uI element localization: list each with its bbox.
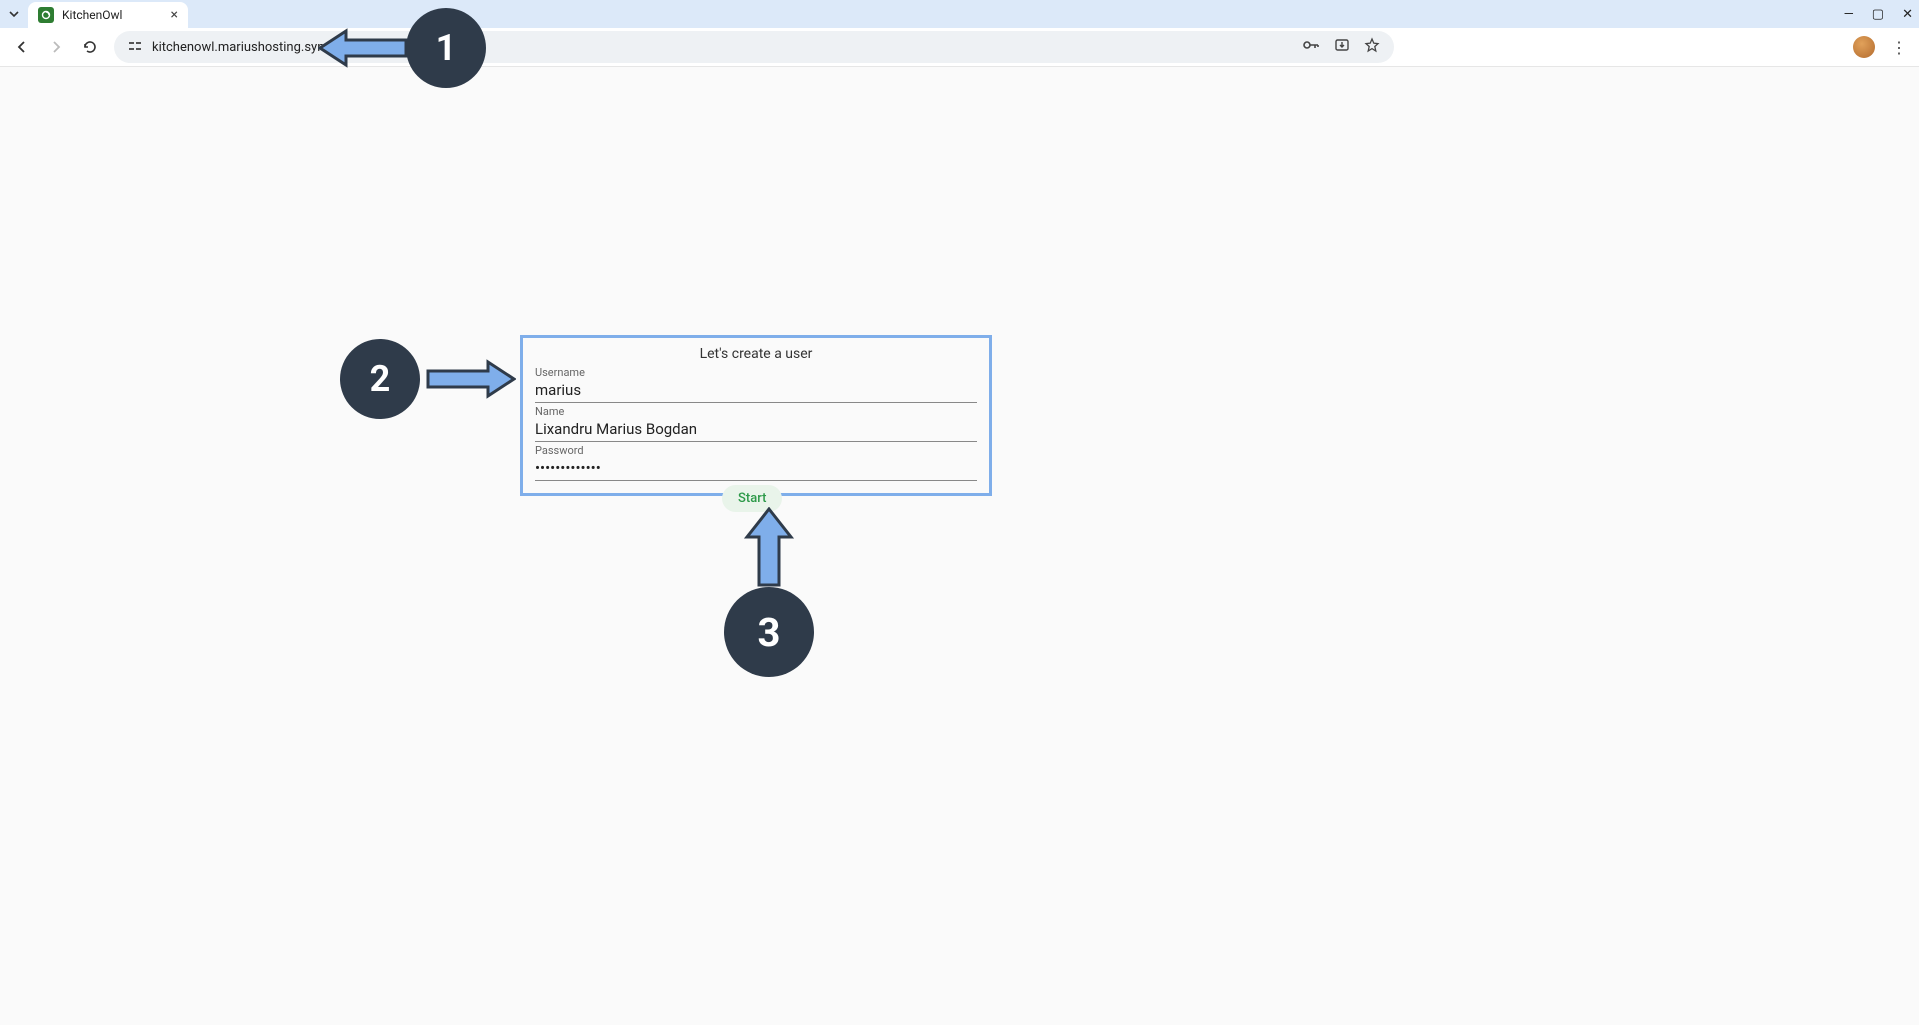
username-input[interactable] bbox=[535, 379, 977, 403]
site-settings-icon[interactable] bbox=[128, 39, 142, 56]
password-label: Password bbox=[535, 444, 977, 457]
username-label: Username bbox=[535, 366, 977, 379]
close-window-icon[interactable]: ✕ bbox=[1902, 7, 1913, 22]
tab-title: KitchenOwl bbox=[62, 8, 122, 22]
password-input[interactable] bbox=[535, 457, 977, 481]
favicon-icon bbox=[38, 7, 54, 23]
toolbar: kitchenowl.mariushosting.synology.me ⋮ bbox=[0, 28, 1919, 66]
callout-2: 2 bbox=[340, 339, 516, 419]
form-title: Let's create a user bbox=[535, 346, 977, 362]
reload-button[interactable] bbox=[76, 33, 104, 61]
maximize-icon[interactable]: ▢ bbox=[1872, 7, 1884, 22]
callout-1: 1 bbox=[318, 8, 486, 88]
callout-3: 3 bbox=[724, 507, 814, 677]
create-user-form: Let's create a user Username Name Passwo… bbox=[520, 335, 992, 496]
password-key-icon[interactable] bbox=[1302, 38, 1320, 56]
url-bar[interactable]: kitchenowl.mariushosting.synology.me bbox=[114, 31, 1394, 63]
forward-button[interactable] bbox=[42, 33, 70, 61]
tab-close-icon[interactable]: × bbox=[171, 7, 178, 23]
browser-tab[interactable]: KitchenOwl × bbox=[28, 2, 188, 28]
back-button[interactable] bbox=[8, 33, 36, 61]
install-app-icon[interactable] bbox=[1334, 37, 1350, 57]
callout-number: 3 bbox=[724, 587, 814, 677]
arrow-up-icon bbox=[739, 507, 799, 597]
titlebar: KitchenOwl × — ▢ ✕ bbox=[0, 0, 1919, 28]
name-label: Name bbox=[535, 405, 977, 418]
callout-number: 1 bbox=[406, 8, 486, 88]
arrow-right-icon bbox=[416, 354, 516, 404]
name-input[interactable] bbox=[535, 418, 977, 442]
bookmark-star-icon[interactable] bbox=[1364, 37, 1380, 57]
profile-avatar[interactable] bbox=[1853, 36, 1875, 58]
minimize-icon[interactable]: — bbox=[1844, 7, 1854, 22]
menu-kebab-icon[interactable]: ⋮ bbox=[1887, 38, 1911, 57]
tab-search-dropdown[interactable] bbox=[0, 0, 28, 28]
page-content: Let's create a user Username Name Passwo… bbox=[0, 66, 1919, 1025]
arrow-left-icon bbox=[318, 23, 418, 73]
window-controls: — ▢ ✕ bbox=[1844, 0, 1913, 28]
callout-number: 2 bbox=[340, 339, 420, 419]
